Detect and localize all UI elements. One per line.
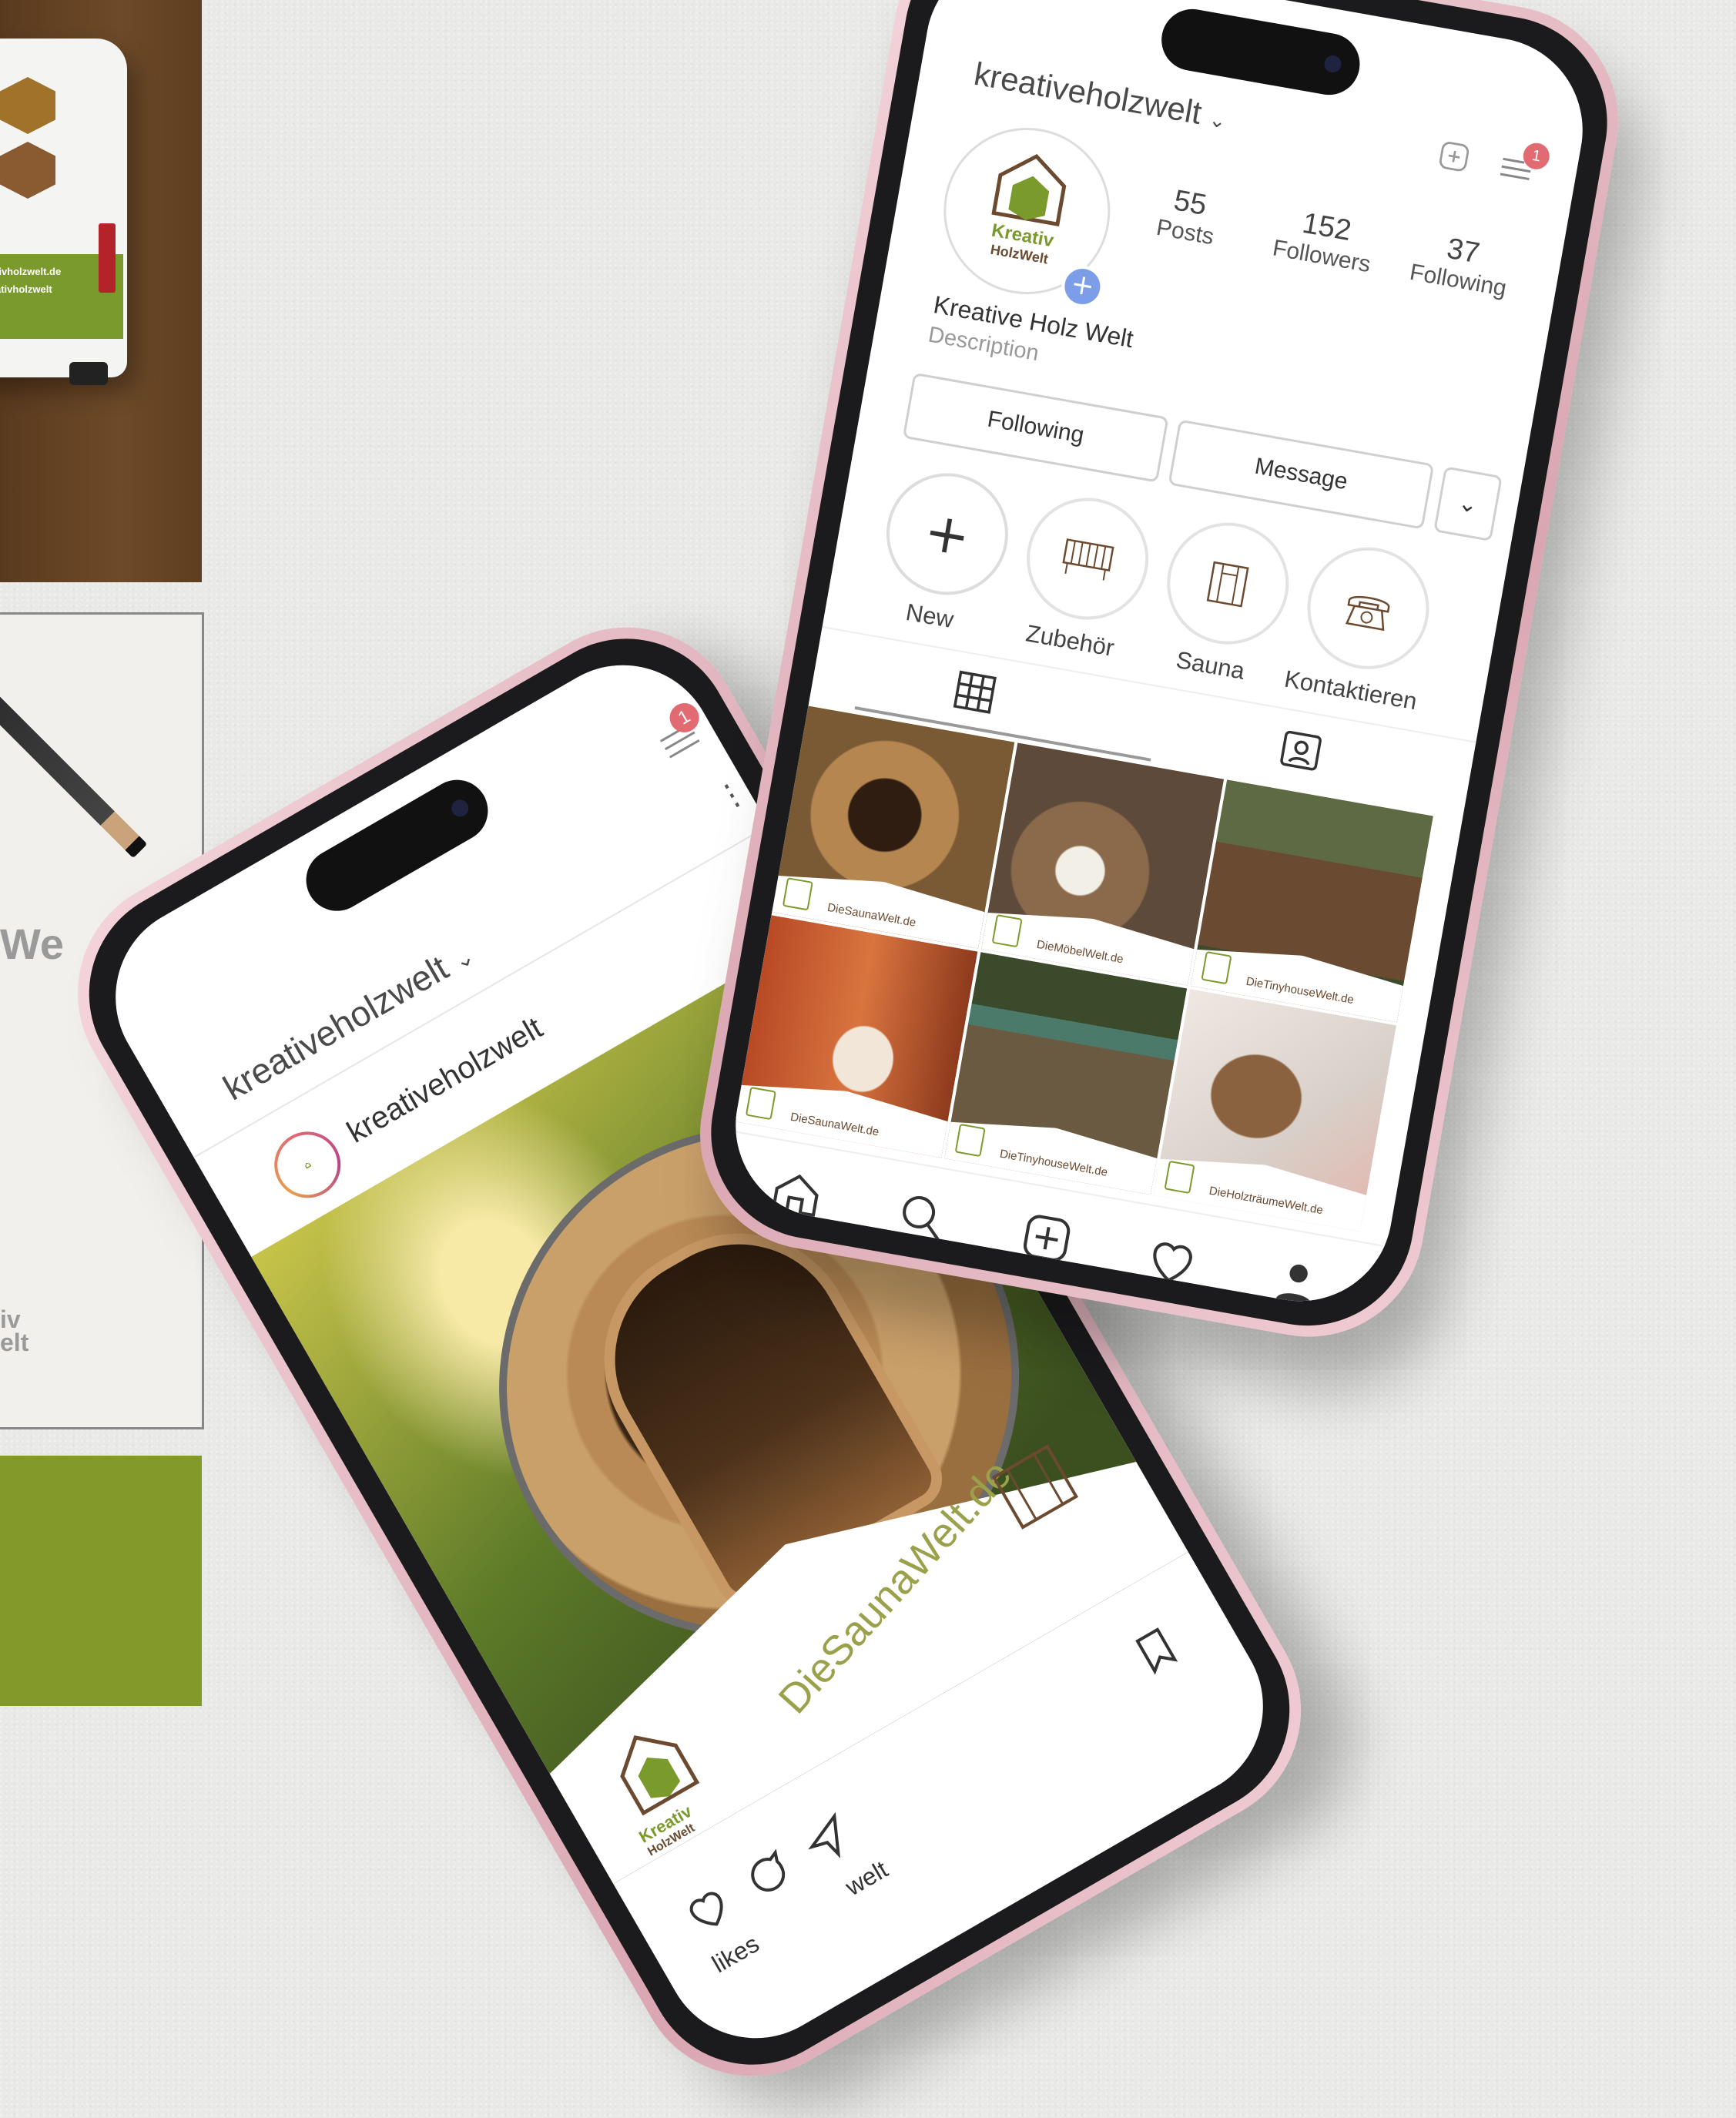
tile-logo-icon bbox=[782, 877, 813, 911]
add-story-plus-icon[interactable]: + bbox=[1058, 262, 1107, 311]
bookmark-icon[interactable] bbox=[1124, 1619, 1188, 1682]
grid-post-6[interactable]: DieHolzträumeWelt.de bbox=[1153, 989, 1397, 1232]
tile-logo-icon bbox=[745, 1086, 776, 1121]
letterhead-fragment: We bbox=[0, 920, 64, 968]
profile-icon[interactable] bbox=[1266, 1251, 1329, 1313]
like-heart-icon[interactable] bbox=[676, 1878, 739, 1941]
logo-fragment-2: elt bbox=[0, 1329, 29, 1356]
front-camera bbox=[1322, 54, 1343, 74]
grid-post-4[interactable]: DieSaunaWelt.de bbox=[735, 915, 978, 1158]
grid-icon[interactable] bbox=[948, 665, 1002, 719]
message-button[interactable]: Message bbox=[1168, 419, 1435, 530]
bench-icon bbox=[1017, 488, 1158, 630]
sauna-icon bbox=[1157, 513, 1299, 655]
search-icon[interactable] bbox=[890, 1185, 953, 1248]
kreativ-holzwelt-logo: Kreativ HolzWelt bbox=[972, 142, 1083, 271]
chevron-down-icon: ⌄ bbox=[1456, 489, 1480, 518]
post-author-avatar[interactable]: ⌂ bbox=[262, 1119, 354, 1211]
profile-phone-bezel: kreativeholzwelt ⌄ 1 Kreativ HolzWelt + bbox=[694, 0, 1624, 1342]
stat-followers[interactable]: 152 Followers bbox=[1255, 199, 1394, 280]
highlight-kontaktieren[interactable]: Kontaktieren bbox=[1282, 538, 1460, 719]
profile-phone: kreativeholzwelt ⌄ 1 Kreativ HolzWelt + bbox=[682, 0, 1637, 1356]
new-post-icon[interactable] bbox=[1435, 137, 1474, 176]
avatar-logo-icon: ⌂ bbox=[266, 1124, 349, 1206]
van-bumper bbox=[69, 362, 108, 385]
add-post-icon[interactable] bbox=[1016, 1207, 1078, 1269]
green-swatch-card bbox=[0, 1456, 202, 1706]
share-send-icon[interactable] bbox=[796, 1808, 860, 1872]
van-website-text: tivholzwelt.de bbox=[0, 266, 62, 277]
suggested-dropdown-button[interactable]: ⌄ bbox=[1433, 466, 1503, 542]
profile-phone-screen: kreativeholzwelt ⌄ 1 Kreativ HolzWelt + bbox=[721, 0, 1597, 1316]
menu-icon[interactable]: 1 bbox=[651, 697, 710, 766]
chevron-down-icon: ⌄ bbox=[1207, 107, 1228, 133]
home-icon[interactable] bbox=[766, 1163, 828, 1225]
stat-following[interactable]: 37 Following bbox=[1391, 224, 1530, 305]
van-mockup-card: tivholzwelt.de ativholzwelt bbox=[0, 0, 202, 582]
post-caption: welt bbox=[840, 1855, 893, 1902]
logo-fragment-1: iv bbox=[0, 1305, 21, 1333]
comment-icon[interactable] bbox=[736, 1843, 799, 1906]
grid-post-3[interactable]: DieTinyhouseWelt.de bbox=[1190, 779, 1433, 1023]
front-camera bbox=[448, 796, 472, 820]
grid-post-2[interactable]: DieMöbelWelt.de bbox=[981, 742, 1225, 986]
tile-logo-icon bbox=[991, 914, 1023, 948]
tagged-icon[interactable] bbox=[1275, 723, 1329, 777]
grid-post-1[interactable]: DieSaunaWelt.de bbox=[772, 705, 1015, 949]
tile-logo-icon bbox=[1164, 1160, 1195, 1195]
tile-logo-icon bbox=[954, 1123, 986, 1158]
tile-logo-icon bbox=[1201, 950, 1232, 985]
following-button[interactable]: Following bbox=[902, 372, 1169, 483]
account-username: kreativeholzwelt bbox=[971, 55, 1205, 131]
telephone-icon bbox=[1297, 538, 1439, 679]
menu-icon[interactable]: 1 bbox=[1495, 141, 1552, 188]
chevron-down-icon: ⌄ bbox=[449, 943, 479, 975]
stat-posts[interactable]: 55 Posts bbox=[1134, 179, 1242, 254]
profile-avatar[interactable]: Kreativ HolzWelt + bbox=[930, 114, 1124, 311]
heart-icon[interactable] bbox=[1141, 1229, 1203, 1292]
dynamic-island bbox=[294, 769, 500, 923]
van-tail-light bbox=[99, 223, 116, 293]
grid-post-5[interactable]: DieTinyhouseWelt.de bbox=[944, 952, 1188, 1195]
van-instagram-text: ativholzwelt bbox=[0, 283, 52, 295]
plus-icon: + bbox=[876, 463, 1018, 605]
dynamic-island bbox=[1156, 4, 1365, 100]
more-options-icon[interactable]: ⋮ bbox=[709, 772, 754, 819]
letterhead-logo-fragment: iv elt bbox=[0, 1305, 29, 1356]
likes-count: likes bbox=[707, 1929, 764, 1979]
